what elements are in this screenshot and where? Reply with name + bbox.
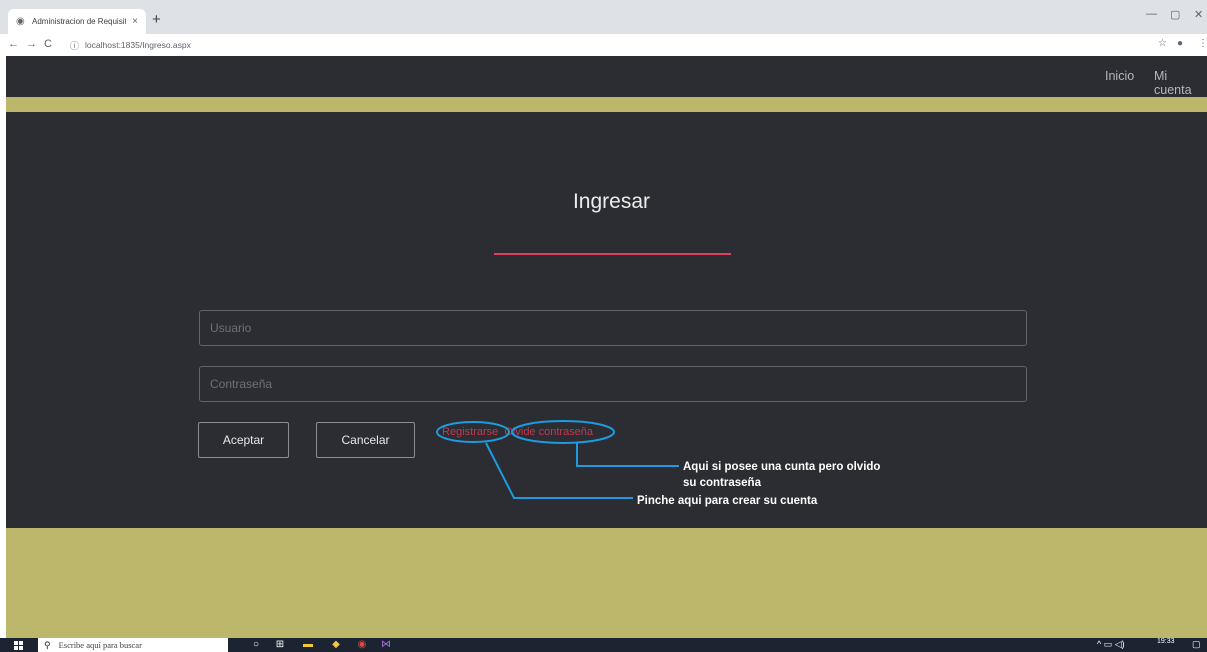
cortana-icon[interactable]: ○: [250, 639, 262, 651]
tab-title: Administracion de Requisitos: [32, 17, 127, 26]
task-view-icon[interactable]: ⊞: [274, 639, 286, 651]
browser-tabstrip: ◉ Administracion de Requisitos × + — ▢ ✕: [0, 0, 1207, 34]
file-explorer-icon[interactable]: ▬: [302, 639, 314, 651]
forgot-annotation-line1: Aqui si posee una cunta pero olvido: [683, 461, 881, 473]
search-icon: ⚲: [44, 639, 51, 650]
reload-icon[interactable]: C: [44, 39, 52, 50]
forgot-annotation: Aqui si posee una cunta pero olvido su c…: [683, 459, 880, 491]
sticky-app-icon[interactable]: ◆: [330, 639, 342, 651]
account-links: RegistrarseoOlvide contraseña: [442, 426, 593, 438]
login-section: Ingresar Aceptar Cancelar RegistrarseoOl…: [6, 112, 1207, 528]
page-footer: [6, 528, 1207, 638]
forward-icon[interactable]: →: [26, 39, 37, 50]
top-navbar: Inicio Mi cuenta: [6, 56, 1207, 97]
chrome-icon[interactable]: ◉: [356, 639, 368, 651]
register-link[interactable]: Registrarse: [442, 426, 498, 438]
address-bar: ← → C ⓘ localhost:1835/Ingreso.aspx ☆ ● …: [0, 34, 1207, 56]
register-annotation: Pinche aqui para crear su cuenta: [637, 495, 818, 507]
profile-icon[interactable]: ●: [1177, 38, 1183, 49]
forgot-annotation-line2: su contraseña: [683, 477, 761, 489]
password-input[interactable]: [199, 366, 1027, 402]
nav-link-inicio[interactable]: Inicio: [1105, 69, 1134, 83]
new-tab-button[interactable]: +: [152, 12, 161, 27]
olive-divider: [6, 97, 1207, 112]
minimize-icon[interactable]: —: [1146, 8, 1157, 20]
back-icon[interactable]: ←: [8, 39, 19, 50]
url-text: localhost:1835/Ingreso.aspx: [85, 40, 191, 50]
username-input[interactable]: [199, 310, 1027, 346]
maximize-icon[interactable]: ▢: [1170, 8, 1180, 21]
tab-close-icon[interactable]: ×: [132, 16, 138, 27]
menu-icon[interactable]: ⋮: [1198, 38, 1207, 49]
taskbar-search-placeholder: Escribe aquí para buscar: [58, 640, 142, 650]
nav-link-mi-cuenta[interactable]: Mi cuenta: [1154, 69, 1207, 97]
bookmark-star-icon[interactable]: ☆: [1158, 38, 1167, 49]
close-window-icon[interactable]: ✕: [1194, 8, 1203, 21]
clock[interactable]: 19:33: [1157, 638, 1175, 645]
notifications-icon[interactable]: ▢: [1192, 639, 1201, 650]
info-icon[interactable]: ⓘ: [70, 39, 79, 52]
accept-button[interactable]: Aceptar: [198, 422, 289, 458]
browser-tab[interactable]: ◉ Administracion de Requisitos ×: [8, 9, 146, 34]
visual-studio-icon[interactable]: ⋈: [380, 639, 392, 651]
cancel-button[interactable]: Cancelar: [316, 422, 415, 458]
url-field[interactable]: ⓘ localhost:1835/Ingreso.aspx: [70, 37, 1130, 53]
windows-start-icon[interactable]: [14, 641, 23, 650]
page-title: Ingresar: [572, 190, 651, 213]
forgot-password-link[interactable]: Olvide contraseña: [504, 426, 593, 438]
taskbar-search[interactable]: ⚲ Escribe aquí para buscar: [38, 638, 228, 652]
title-underline: [494, 253, 731, 255]
globe-icon: ◉: [16, 15, 25, 27]
taskbar: ⚲ Escribe aquí para buscar ○ ⊞ ▬ ◆ ◉ ⋈ ^…: [0, 638, 1207, 652]
tray-icons[interactable]: ^ ▭ ◁): [1097, 639, 1125, 650]
